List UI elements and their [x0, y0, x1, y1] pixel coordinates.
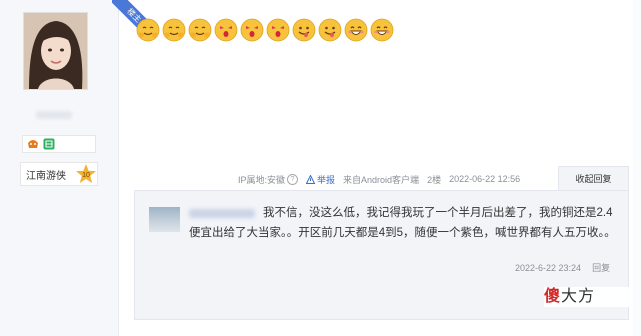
warning-icon	[306, 174, 316, 184]
report-link[interactable]: 举报	[306, 173, 335, 186]
reply-meta: 2022-6-22 23:24 回复	[515, 261, 610, 274]
grin-emoji	[370, 18, 394, 42]
game-badge-icon[interactable]	[27, 138, 39, 150]
post-floor: 江南游侠 10 楼主 IP属地:安徽 ? 举报 来自Android客户端 2楼 …	[0, 0, 641, 336]
hug-emoji	[136, 18, 160, 42]
level-title: 江南游侠	[26, 170, 66, 182]
reply-avatar[interactable]	[149, 207, 180, 232]
ip-location: IP属地:安徽	[238, 174, 286, 185]
author-badges	[22, 135, 96, 153]
post-content-emojis	[136, 18, 394, 42]
avatar-photo	[24, 13, 87, 89]
tongue-emoji	[318, 18, 342, 42]
kiss-emoji	[240, 18, 264, 42]
post-source: 来自Android客户端	[343, 174, 420, 185]
level-star-icon: 10	[76, 164, 96, 183]
grin-emoji	[344, 18, 368, 42]
tongue-emoji	[292, 18, 316, 42]
hug-emoji	[188, 18, 212, 42]
report-label: 举报	[317, 174, 336, 185]
author-username[interactable]	[36, 111, 72, 119]
reply-time: 2022-6-22 23:24	[515, 263, 582, 273]
hug-emoji	[162, 18, 186, 42]
collapse-replies-button[interactable]: 收起回复	[558, 166, 629, 190]
kiss-emoji	[266, 18, 290, 42]
watermark-accent: 傻	[544, 288, 562, 305]
help-icon[interactable]: ?	[287, 173, 299, 185]
post-timestamp: 2022-06-22 12:56	[449, 174, 521, 184]
collapse-replies-label: 收起回复	[575, 174, 612, 184]
author-panel: 江南游侠 10	[0, 0, 119, 336]
reply-item: 我不信，没这么低，我记得我玩了一个半月后出差了，我的铜还是2.4便宜出给了大当家…	[189, 203, 619, 243]
floor-number: 2楼	[427, 174, 442, 185]
reply-content: 我不信，没这么低，我记得我玩了一个半月后出差了，我的铜还是2.4便宜出给了大当家…	[189, 207, 616, 239]
reply-button[interactable]: 回复	[592, 263, 610, 273]
watermark-text: 大方	[561, 288, 596, 305]
member-badge-icon[interactable]	[43, 138, 55, 150]
post-meta: IP属地:安徽 ? 举报 来自Android客户端 2楼 2022-06-22 …	[238, 172, 520, 186]
site-watermark: 傻大方	[544, 287, 630, 307]
level-number: 10	[82, 172, 90, 179]
kiss-emoji	[214, 18, 238, 42]
author-avatar[interactable]	[23, 12, 88, 90]
right-gutter	[633, 0, 641, 336]
